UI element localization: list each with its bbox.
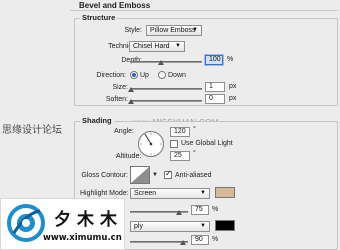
contour-curve-icon xyxy=(131,167,149,183)
depth-input[interactable]: 100 xyxy=(205,55,223,65)
gloss-contour-dropdown[interactable]: ▼ xyxy=(152,172,160,180)
shadow-color-swatch[interactable] xyxy=(215,220,235,231)
logo-emblem-icon xyxy=(7,204,45,242)
gloss-contour-preview[interactable] xyxy=(130,166,150,184)
chevron-down-icon: ▼ xyxy=(200,190,206,196)
direction-down-radio[interactable] xyxy=(158,71,166,79)
size-slider-track[interactable] xyxy=(130,88,202,90)
technique-select[interactable]: Chisel Hard ▼ xyxy=(129,41,185,52)
chevron-down-icon: ▼ xyxy=(152,172,158,178)
global-light-label: Use Global Light xyxy=(181,140,233,147)
chevron-down-icon: ▼ xyxy=(192,27,198,33)
highlight-mode-value: Screen xyxy=(134,190,157,197)
highlight-opacity-slider-thumb[interactable] xyxy=(176,210,182,215)
depth-slider-track[interactable] xyxy=(130,61,202,63)
logo-chinese-text: 夕木木 xyxy=(54,210,123,230)
shadow-opacity-slider-thumb[interactable] xyxy=(180,240,186,245)
style-label: Style: xyxy=(124,27,142,34)
highlight-opacity-unit: % xyxy=(212,206,219,213)
highlight-mode-label: Highlight Mode: xyxy=(80,190,129,197)
checkmark-icon: ✓ xyxy=(165,169,172,178)
highlight-opacity-input[interactable]: 75 xyxy=(191,205,209,215)
altitude-label: Altitude: xyxy=(116,153,142,160)
technique-select-value: Chisel Hard xyxy=(133,43,170,50)
highlight-mode-select[interactable]: Screen ▼ xyxy=(130,188,210,199)
panel-title: Bevel and Emboss xyxy=(79,1,151,10)
angle-unit: ° xyxy=(193,126,196,133)
forum-watermark-text: 思缘设计论坛 xyxy=(2,125,62,136)
global-light-checkbox[interactable] xyxy=(170,140,178,148)
angle-input[interactable]: 120 xyxy=(170,127,190,137)
style-select[interactable]: Pillow Emboss ▼ xyxy=(146,25,202,36)
angle-label: Angle: xyxy=(114,128,134,135)
size-unit: px xyxy=(229,83,237,90)
logo-url-text: www.ximumu.cn xyxy=(43,233,122,243)
altitude-input[interactable]: 25 xyxy=(170,151,190,161)
anti-aliased-label: Anti-aliased xyxy=(175,172,212,179)
site-logo-box: 夕木木 www.ximumu.cn xyxy=(0,198,125,250)
soften-unit: px xyxy=(229,95,237,102)
structure-group-title: Structure xyxy=(80,13,118,22)
shadow-mode-select[interactable]: ply ▼ xyxy=(130,221,210,232)
soften-slider-thumb[interactable] xyxy=(128,99,134,104)
altitude-unit: ° xyxy=(193,150,196,157)
title-divider xyxy=(70,10,338,11)
direction-up-radio[interactable] xyxy=(130,71,138,79)
size-slider-thumb[interactable] xyxy=(128,87,134,92)
angle-dial[interactable] xyxy=(138,131,164,157)
depth-unit: % xyxy=(227,56,234,63)
anti-aliased-checkbox[interactable]: ✓ xyxy=(164,169,172,179)
style-select-value: Pillow Emboss xyxy=(150,27,196,34)
angle-indicator-icon xyxy=(140,133,162,155)
soften-input[interactable]: 0 xyxy=(205,94,225,104)
gloss-contour-label: Gloss Contour: xyxy=(81,172,128,179)
shading-group-title: Shading xyxy=(80,116,114,125)
shadow-mode-value: ply xyxy=(134,223,143,230)
soften-label: Soften: xyxy=(105,96,128,103)
chevron-down-icon: ▼ xyxy=(175,43,181,49)
shadow-opacity-unit: % xyxy=(212,236,219,243)
depth-slider-thumb[interactable] xyxy=(158,60,164,65)
highlight-color-swatch[interactable] xyxy=(215,187,235,198)
direction-label: Direction: xyxy=(96,72,126,79)
chevron-down-icon: ▼ xyxy=(200,223,206,229)
direction-up-label: Up xyxy=(140,72,149,79)
shadow-opacity-input[interactable]: 90 xyxy=(191,235,209,245)
size-label: Size: xyxy=(112,84,128,91)
direction-down-label: Down xyxy=(168,72,186,79)
soften-slider-track[interactable] xyxy=(130,100,202,102)
size-input[interactable]: 1 xyxy=(205,82,225,92)
